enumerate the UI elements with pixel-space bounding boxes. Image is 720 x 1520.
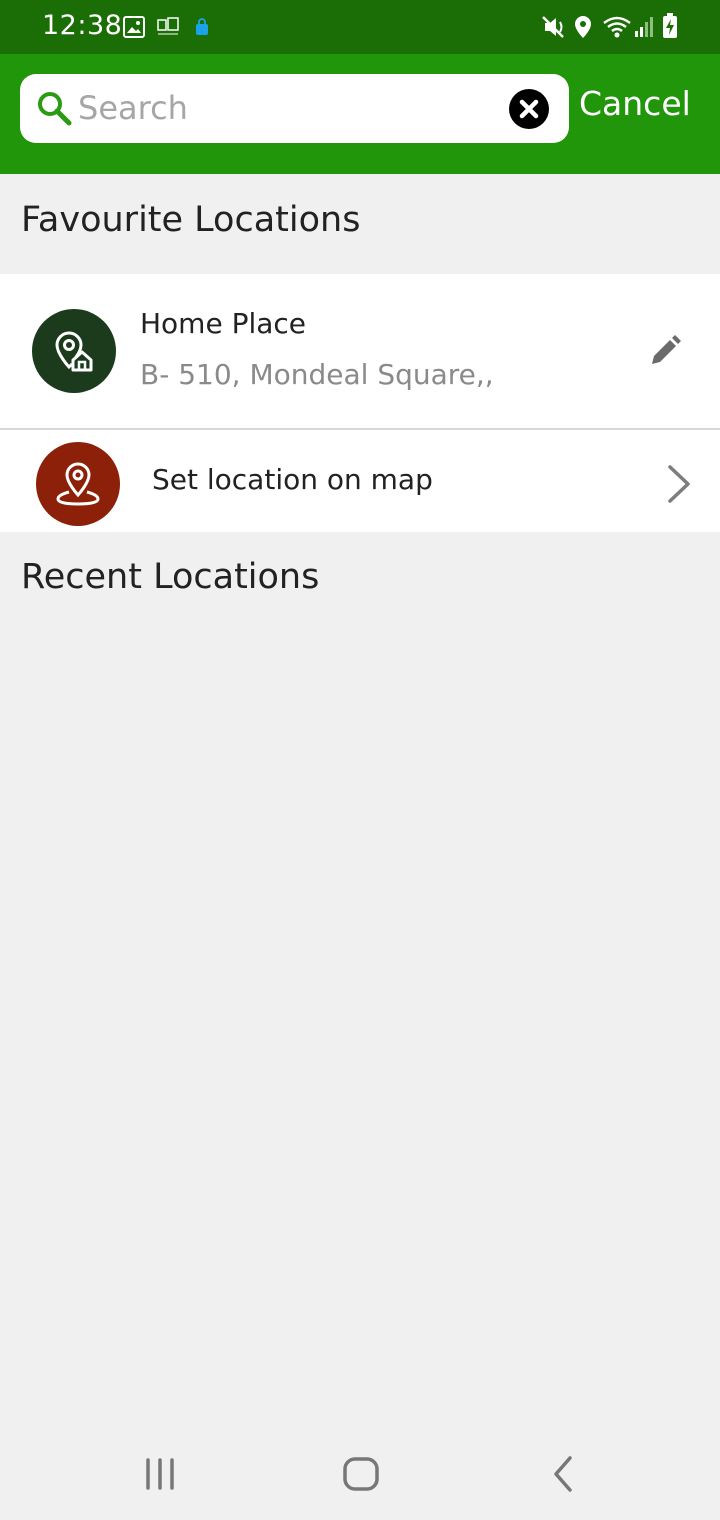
- search-header: Cancel: [0, 54, 720, 174]
- recent-apps-icon[interactable]: [142, 1452, 178, 1496]
- edit-icon[interactable]: [648, 334, 682, 368]
- cancel-button[interactable]: Cancel: [579, 84, 691, 123]
- home-icon[interactable]: [340, 1452, 382, 1496]
- location-name: Home Place: [140, 307, 307, 340]
- recent-locations-list: [0, 610, 720, 1410]
- map-location-avatar: [36, 442, 120, 526]
- signal-icon: [635, 17, 653, 37]
- back-icon[interactable]: [548, 1452, 578, 1496]
- map-pin-icon: [56, 462, 100, 506]
- location-address: B- 510, Mondeal Square,,: [140, 358, 494, 391]
- set-location-on-map-item[interactable]: Set location on map: [0, 430, 720, 532]
- clear-search-button[interactable]: [509, 89, 549, 129]
- mute-vibrate-icon: [542, 16, 564, 38]
- chevron-right-icon: [668, 465, 690, 503]
- battery-charging-icon: [663, 13, 677, 38]
- location-icon: [575, 16, 591, 38]
- recent-locations-title: Recent Locations: [21, 557, 320, 597]
- search-box[interactable]: [20, 74, 569, 143]
- search-icon: [38, 92, 72, 126]
- status-bar: 12:38: [0, 0, 720, 54]
- wifi-icon: [603, 16, 631, 38]
- close-icon: [519, 99, 539, 119]
- favourite-locations-title: Favourite Locations: [21, 200, 361, 240]
- shopping-bag-icon: [196, 18, 208, 35]
- status-time: 12:38: [42, 10, 123, 41]
- set-location-on-map-label: Set location on map: [152, 463, 433, 496]
- app-notification-icon: [157, 17, 179, 35]
- home-location-avatar: [32, 309, 116, 393]
- home-location-icon: [55, 331, 93, 372]
- search-input[interactable]: [78, 82, 498, 134]
- image-icon: [123, 16, 145, 38]
- favourite-location-item[interactable]: Home Place B- 510, Mondeal Square,,: [0, 274, 720, 428]
